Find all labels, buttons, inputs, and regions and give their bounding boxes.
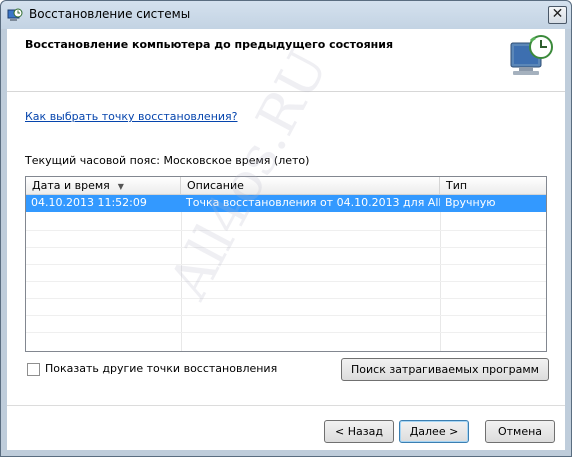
window-title: Восстановление системы (29, 7, 191, 21)
restore-points-table[interactable]: Дата и время ▼ Описание Тип 04.10.2013 11… (25, 176, 547, 352)
grid-divider (26, 230, 546, 231)
dialog-window: Восстановление системы ✕ Восстановление … (0, 0, 572, 457)
cell-date: 04.10.2013 11:52:09 (31, 196, 147, 209)
show-more-label[interactable]: Показать другие точки восстановления (45, 362, 277, 375)
table-header: Дата и время ▼ Описание Тип (26, 177, 546, 195)
grid-divider (440, 195, 441, 351)
scan-affected-programs-button[interactable]: Поиск затрагиваемых программ (341, 358, 549, 381)
column-header-date[interactable]: Дата и время ▼ (26, 177, 181, 195)
column-header-type[interactable]: Тип (440, 177, 546, 195)
column-header-date-label: Дата и время (32, 179, 110, 192)
help-link[interactable]: Как выбрать точку восстановления? (25, 110, 238, 123)
grid-divider (26, 264, 546, 265)
cell-description: Точка восстановления от 04.10.2013 для A… (186, 196, 440, 209)
column-header-description[interactable]: Описание (181, 177, 440, 195)
grid-divider (26, 281, 546, 282)
page-title: Восстановление компьютера до предыдущего… (25, 38, 394, 51)
computer-clock-restore-icon (505, 31, 557, 83)
sort-descending-icon: ▼ (117, 182, 124, 191)
table-row[interactable]: 04.10.2013 11:52:09 Точка восстановления… (26, 195, 546, 212)
grid-divider (26, 332, 546, 333)
cancel-button[interactable]: Отмена (485, 420, 555, 443)
dialog-client-area: Восстановление компьютера до предыдущего… (7, 29, 565, 450)
title-bar[interactable]: Восстановление системы ✕ (1, 1, 571, 29)
close-button[interactable]: ✕ (548, 6, 567, 24)
system-restore-icon (7, 7, 23, 23)
grid-divider (26, 247, 546, 248)
back-button[interactable]: < Назад (324, 420, 394, 443)
grid-divider (26, 315, 546, 316)
footer-divider (7, 405, 565, 406)
cell-type: Вручную (445, 196, 496, 209)
timezone-label: Текущий часовой пояс: Московское время (… (25, 154, 310, 167)
grid-divider (181, 195, 182, 351)
grid-divider (26, 298, 546, 299)
wizard-header: Восстановление компьютера до предыдущего… (7, 29, 565, 92)
show-more-checkbox[interactable] (27, 363, 40, 376)
next-button[interactable]: Далее > (399, 420, 469, 443)
close-icon: ✕ (551, 6, 564, 22)
